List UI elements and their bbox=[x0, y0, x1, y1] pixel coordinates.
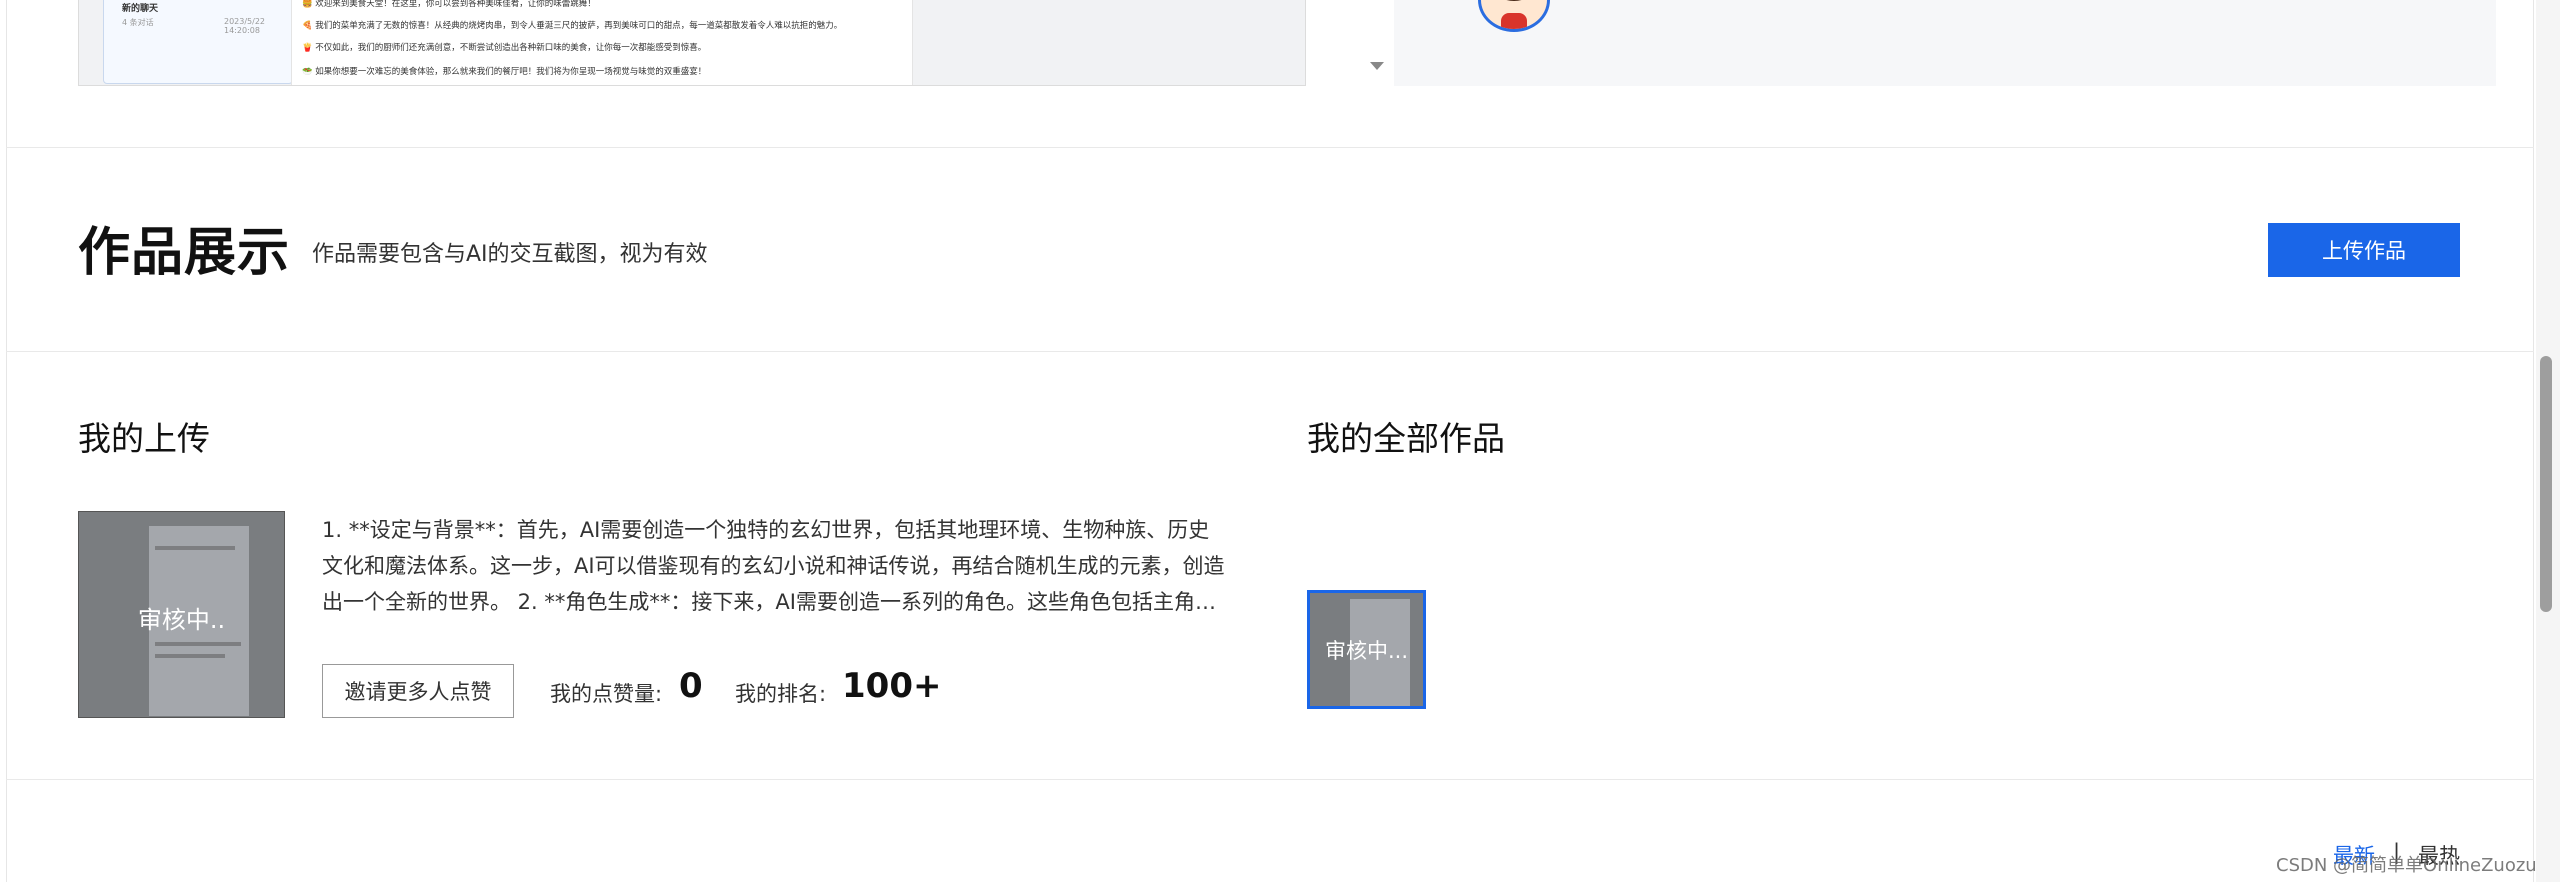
scrollbar-thumb[interactable] bbox=[2540, 356, 2552, 612]
preview-card-date: 2023/5/22 14:20:08 bbox=[224, 17, 266, 35]
scroll-down-arrow-icon[interactable] bbox=[1370, 62, 1384, 70]
preview-chat-line: 🍟 不仅如此，我们的厨师们还充满创意，不断尝试创造出各种新口味的美食，让你每一次… bbox=[302, 43, 707, 53]
likes-value: 0 bbox=[679, 666, 703, 706]
divider bbox=[6, 147, 2534, 148]
preview-screenshot: 新的聊天 4 条对话 2023/5/22 14:20:08 🍔 欢迎来到美食天堂… bbox=[78, 0, 1306, 86]
invite-likes-button[interactable]: 邀请更多人点赞 bbox=[322, 664, 514, 718]
rank-label: 我的排名: bbox=[735, 682, 827, 706]
preview-chat-card: 新的聊天 4 条对话 2023/5/22 14:20:08 bbox=[103, 0, 293, 84]
divider bbox=[6, 351, 2534, 352]
all-works-heading: 我的全部作品 bbox=[1307, 419, 1505, 458]
preview-card-title: 新的聊天 bbox=[122, 4, 159, 14]
work-thumbnail[interactable]: 审核中... bbox=[1307, 590, 1426, 709]
rank-value: 100+ bbox=[842, 666, 942, 706]
watermark-text: CSDN @简简单单OnlineZuozuo bbox=[2276, 855, 2548, 876]
preview-chat-line: 🍔 欢迎来到美食天堂！在这里，你可以尝到各种美味佳肴，让你的味蕾跳舞！ bbox=[302, 0, 596, 9]
preview-chat-content: 🍔 欢迎来到美食天堂！在这里，你可以尝到各种美味佳肴，让你的味蕾跳舞！ 🍕 我们… bbox=[291, 0, 913, 85]
preview-chat-line: 🥗 如果你想要一次难忘的美食体验，那么就来我们的餐厅吧！我们将为你呈现一场视觉与… bbox=[302, 67, 707, 77]
likes-label: 我的点赞量: bbox=[550, 682, 663, 706]
upload-description: 1. **设定与背景**：首先，AI需要创造一个独特的玄幻世界，包括其地理环境、… bbox=[322, 518, 1225, 614]
review-status-label: 审核中... bbox=[1324, 639, 1409, 663]
works-title: 作品展示 bbox=[78, 223, 291, 283]
works-subtitle: 作品需要包含与AI的交互截图，视为有效 bbox=[312, 242, 708, 267]
preview-chat-line: 🍕 我们的菜单充满了无数的惊喜！从经典的烧烤肉串，到令人垂涎三尺的披萨，再到美味… bbox=[302, 21, 843, 31]
upload-thumbnail[interactable]: 审核中.. bbox=[78, 511, 285, 718]
review-status-label: 审核中.. bbox=[137, 606, 226, 634]
page-frame bbox=[6, 0, 2534, 882]
upload-work-button[interactable]: 上传作品 bbox=[2268, 223, 2460, 277]
preview-right-panel bbox=[1394, 0, 2496, 86]
divider bbox=[6, 779, 2534, 780]
preview-card-meta: 4 条对话 bbox=[122, 18, 154, 27]
interaction-preview: 新的聊天 4 条对话 2023/5/22 14:20:08 🍔 欢迎来到美食天堂… bbox=[78, 0, 2496, 86]
my-uploads-heading: 我的上传 bbox=[78, 419, 210, 458]
